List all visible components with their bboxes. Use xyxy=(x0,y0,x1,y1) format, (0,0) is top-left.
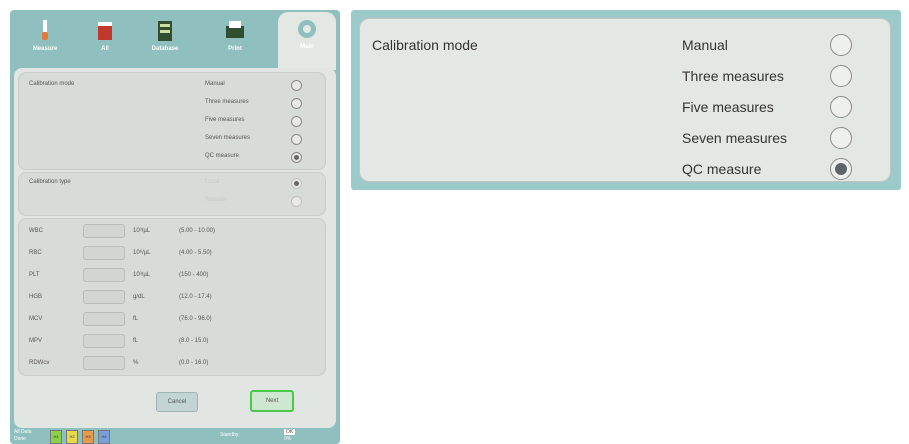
tab-main-label: Main xyxy=(300,44,314,50)
status-chip: H1 xyxy=(50,430,62,444)
zoom-radio-three-measures[interactable] xyxy=(830,65,852,87)
device-screen: Measure All Database Print Main Calibrat… xyxy=(10,10,340,444)
option-remote: Remote xyxy=(205,197,227,203)
tab-measure[interactable]: Measure xyxy=(16,14,74,64)
zoom-radio-qc-measure[interactable] xyxy=(830,158,852,180)
zoom-option-qc-measure: QC measure xyxy=(682,161,762,177)
param-unit: fL xyxy=(133,316,139,322)
option-local: Local xyxy=(205,179,220,185)
calibration-mode-zoom: Calibration mode Manual Three measures F… xyxy=(351,10,901,190)
param-unit: 10⁶/µL xyxy=(133,250,151,256)
param-range: (12.0 - 17.4) xyxy=(179,294,212,300)
zoom-radio-seven-measures[interactable] xyxy=(830,127,852,149)
tube-rack-icon xyxy=(98,22,112,40)
option-qc-measure: QC measure xyxy=(205,153,240,159)
calibration-type-label: Calibration type xyxy=(29,179,71,185)
mpv-value-field[interactable] xyxy=(83,334,125,348)
option-three-measures: Three measures xyxy=(205,99,249,105)
status-left-text: All Data xyxy=(14,429,32,435)
param-name: MPV xyxy=(29,338,43,344)
param-range: (150 - 400) xyxy=(179,272,209,278)
zoom-option-manual: Manual xyxy=(682,37,728,53)
status-chip: H4 xyxy=(98,430,110,444)
test-tube-icon xyxy=(42,20,48,40)
next-button[interactable]: Next xyxy=(250,390,294,412)
radio-remote[interactable] xyxy=(291,196,302,207)
main-tab-bar: Measure All Database Print Main xyxy=(10,10,340,70)
status-center-text: Standby xyxy=(220,432,239,438)
calibration-mode-section: Calibration mode Manual Three measures F… xyxy=(18,72,326,170)
param-unit: g/dL xyxy=(133,294,145,300)
radio-three-measures[interactable] xyxy=(291,98,302,109)
rdwcv-value-field[interactable] xyxy=(83,356,125,370)
param-range: (76.0 - 96.0) xyxy=(179,316,212,322)
rbc-value-field[interactable] xyxy=(83,246,125,260)
radio-seven-measures[interactable] xyxy=(291,134,302,145)
settings-content: Calibration mode Manual Three measures F… xyxy=(14,68,336,428)
param-unit: % xyxy=(133,360,139,366)
param-name: RBC xyxy=(29,250,42,256)
tab-main[interactable]: Main xyxy=(278,12,336,70)
param-unit: 10³/µL xyxy=(133,272,151,278)
param-name: MCV xyxy=(29,316,43,322)
tab-measure-label: Measure xyxy=(32,46,58,52)
wbc-value-field[interactable] xyxy=(83,224,125,238)
database-icon xyxy=(158,21,172,41)
param-range: (4.00 - 5.50) xyxy=(179,250,212,256)
calibration-type-section: Calibration type Local Remote xyxy=(18,172,326,216)
status-right-badge: OK xyxy=(284,429,296,435)
zoom-option-seven-measures: Seven measures xyxy=(682,130,788,146)
param-name: HGB xyxy=(29,294,43,300)
hgb-value-field[interactable] xyxy=(83,290,125,304)
status-bar: All Data Done H1 H2 H3 H4 Standby OK 0% xyxy=(10,428,340,444)
calibration-mode-label: Calibration mode xyxy=(29,81,75,87)
status-right-text: 0% xyxy=(284,436,292,442)
zoom-calibration-mode-label: Calibration mode xyxy=(372,37,478,53)
zoom-radio-five-measures[interactable] xyxy=(830,96,852,118)
param-unit: fL xyxy=(133,338,139,344)
status-chip: H2 xyxy=(66,430,78,444)
tab-database[interactable]: Database xyxy=(136,14,194,64)
radio-local[interactable] xyxy=(291,178,302,189)
option-manual: Manual xyxy=(205,81,225,87)
param-name: RDWcv xyxy=(29,360,50,366)
zoom-radio-manual[interactable] xyxy=(830,34,852,56)
param-range: (5.00 - 10.00) xyxy=(179,228,216,234)
tab-print-label: Print xyxy=(228,46,242,52)
status-chip: H3 xyxy=(82,430,94,444)
zoom-option-three-measures: Three measures xyxy=(682,68,784,84)
plt-value-field[interactable] xyxy=(83,268,125,282)
tab-print[interactable]: Print xyxy=(206,14,264,64)
mcv-value-field[interactable] xyxy=(83,312,125,326)
zoom-option-five-measures: Five measures xyxy=(682,99,774,115)
tab-all-label: All xyxy=(101,46,109,52)
printer-icon xyxy=(226,21,244,38)
option-five-measures: Five measures xyxy=(205,117,245,123)
tab-all[interactable]: All xyxy=(76,14,134,64)
status-left-text-2: Done xyxy=(14,436,26,442)
calibration-mode-zoom-panel: Calibration mode Manual Three measures F… xyxy=(359,18,891,182)
cancel-button[interactable]: Cancel xyxy=(156,392,198,412)
radio-qc-measure[interactable] xyxy=(291,152,302,163)
param-name: PLT xyxy=(29,272,40,278)
param-name: WBC xyxy=(29,228,43,234)
gear-icon xyxy=(298,20,316,38)
option-seven-measures: Seven measures xyxy=(205,135,251,141)
param-unit: 10³/µL xyxy=(133,228,151,234)
radio-five-measures[interactable] xyxy=(291,116,302,127)
radio-manual[interactable] xyxy=(291,80,302,91)
tab-database-label: Database xyxy=(151,46,179,52)
calibration-parameters-section: WBC 10³/µL (5.00 - 10.00) RBC 10⁶/µL (4.… xyxy=(18,218,326,376)
param-range: (0.0 - 16.0) xyxy=(179,360,209,366)
param-range: (8.0 - 15.0) xyxy=(179,338,209,344)
